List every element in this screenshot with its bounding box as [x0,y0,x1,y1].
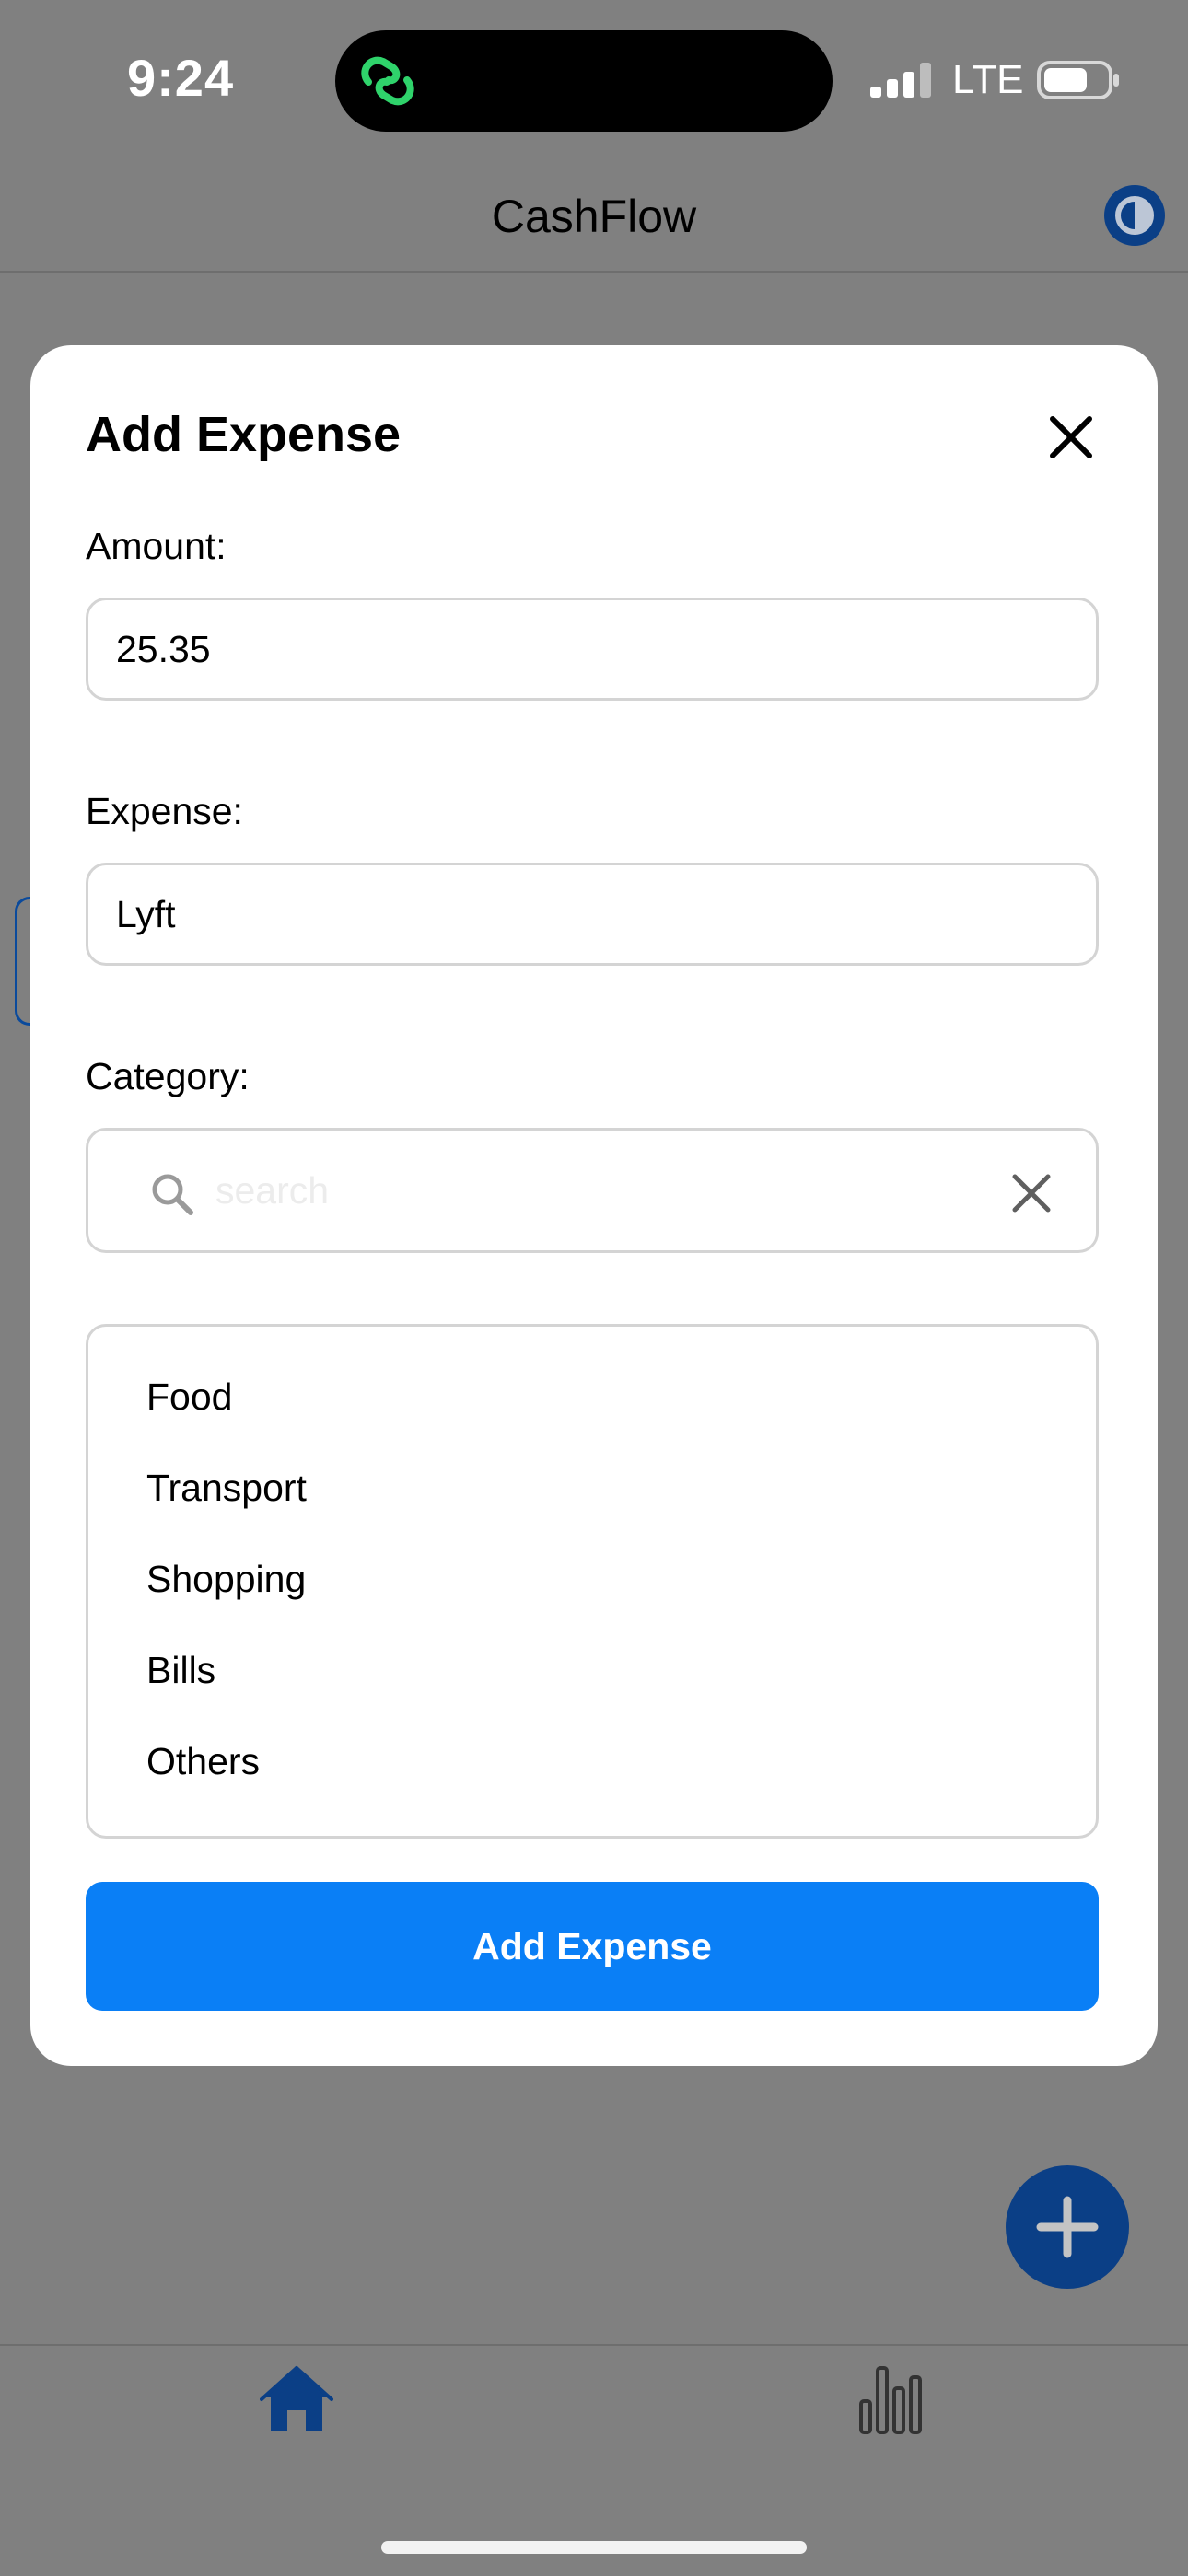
dynamic-island [335,30,833,132]
amount-input[interactable]: 25.35 [86,598,1099,701]
plus-icon [1036,2196,1099,2258]
category-option-others[interactable]: Others [146,1740,260,1783]
add-expense-button[interactable]: Add Expense [86,1882,1099,2011]
app-title: CashFlow [491,191,697,242]
modal-title: Add Expense [86,407,402,462]
add-expense-modal: Add Expense Amount: 25.35 Expense: Lyft … [30,345,1158,2066]
contrast-icon[interactable] [1101,182,1168,249]
category-option-bills[interactable]: Bills [146,1649,215,1692]
clear-search-icon[interactable] [1009,1171,1054,1215]
category-search-input[interactable]: search [86,1128,1099,1253]
battery-icon [1037,61,1119,99]
status-time: 9:24 [127,49,235,107]
category-option-food[interactable]: Food [146,1375,232,1419]
category-list: Food Transport Shopping Bills Others [86,1324,1099,1839]
home-icon[interactable] [260,2364,333,2434]
category-option-shopping[interactable]: Shopping [146,1558,306,1601]
add-button[interactable] [1006,2165,1129,2289]
bar-chart-icon[interactable] [858,2364,923,2434]
category-option-transport[interactable]: Transport [146,1467,307,1510]
expense-label: Expense: [86,790,243,832]
category-label: Category: [86,1055,250,1097]
search-icon [152,1174,193,1215]
signal-icon [870,63,931,98]
close-icon[interactable] [1043,410,1099,465]
network-type: LTE [952,57,1024,102]
link-icon [361,56,414,106]
expense-input[interactable]: Lyft [86,863,1099,966]
amount-label: Amount: [86,525,227,567]
home-indicator[interactable] [381,2541,807,2554]
search-placeholder: search [215,1169,330,1212]
status-bar: 9:24 LTE [0,0,1188,157]
